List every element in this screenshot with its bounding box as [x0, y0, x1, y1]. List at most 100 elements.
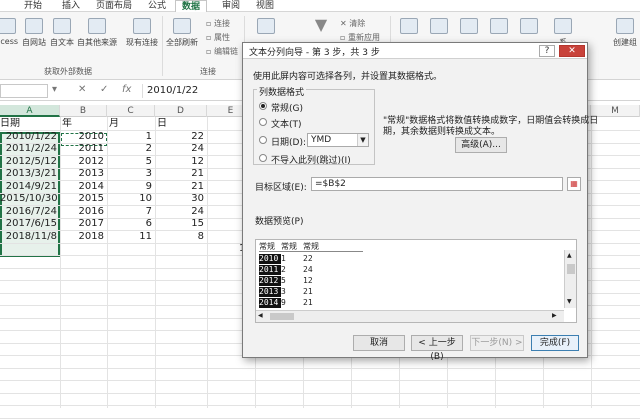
- cell-c2[interactable]: 1: [107, 131, 155, 143]
- cell-b9[interactable]: 2017: [60, 218, 107, 230]
- cell-d7[interactable]: 30: [155, 193, 207, 205]
- radio-date[interactable]: [259, 136, 267, 144]
- cell-c9[interactable]: 6: [107, 218, 155, 230]
- hscroll-thumb[interactable]: [270, 313, 294, 320]
- cell-c1[interactable]: 月: [107, 118, 155, 130]
- cell-a10[interactable]: 2018/11/8: [0, 231, 60, 243]
- cell-d5[interactable]: 21: [155, 168, 207, 180]
- close-button[interactable]: ✕: [559, 45, 585, 57]
- target-input[interactable]: =$B$2: [311, 177, 563, 191]
- radio-text-label[interactable]: 文本(T): [271, 117, 302, 130]
- insert-function-icon[interactable]: fx: [122, 84, 131, 95]
- scroll-right-icon[interactable]: ▶: [552, 312, 557, 319]
- cell-d8[interactable]: 24: [155, 206, 207, 218]
- preview-vscrollbar[interactable]: ▲ ▼: [564, 250, 576, 308]
- cell-a8[interactable]: 2016/7/24: [0, 206, 60, 218]
- cell-a3[interactable]: 2011/2/24: [0, 143, 60, 155]
- cell-c7[interactable]: 10: [107, 193, 155, 205]
- cell-c3[interactable]: 2: [107, 143, 155, 155]
- preview-column-header[interactable]: 常规: [303, 242, 363, 252]
- advanced-button[interactable]: 高级(A)...: [455, 137, 507, 153]
- radio-general-label[interactable]: 常规(G): [271, 101, 303, 114]
- cell-a2[interactable]: 2010/1/22: [0, 131, 60, 143]
- flash-fill-button[interactable]: [426, 18, 452, 37]
- scroll-left-icon[interactable]: ◀: [258, 312, 263, 319]
- edit-links-button[interactable]: ▫ 编辑链: [206, 46, 238, 57]
- cell-c8[interactable]: 7: [107, 206, 155, 218]
- column-header-b[interactable]: B: [60, 105, 107, 117]
- column-header-a[interactable]: A: [0, 105, 60, 117]
- cell-c4[interactable]: 5: [107, 156, 155, 168]
- cell-d10[interactable]: 8: [155, 231, 207, 243]
- from-access-button[interactable]: ccess: [0, 18, 18, 46]
- data-preview[interactable]: 常规 常规 常规 2010 1 22 2011 2 24 2012 5 12 2013 3 21 2014 9 2…: [255, 239, 577, 323]
- tab-page-layout[interactable]: 页面布局: [96, 0, 132, 12]
- cell-b6[interactable]: 2014: [60, 181, 107, 193]
- tab-review[interactable]: 审阅: [222, 0, 240, 12]
- cell-b2[interactable]: 2010: [60, 131, 107, 143]
- range-picker-icon[interactable]: ▦: [567, 177, 581, 191]
- cell-a9[interactable]: 2017/6/15: [0, 218, 60, 230]
- cell-a5[interactable]: 2013/3/21: [0, 168, 60, 180]
- cell-c10[interactable]: 11: [107, 231, 155, 243]
- cell-c6[interactable]: 9: [107, 181, 155, 193]
- cancel-icon[interactable]: ✕: [78, 84, 86, 95]
- column-header-c[interactable]: C: [107, 105, 155, 117]
- scroll-thumb[interactable]: [567, 264, 575, 274]
- enter-icon[interactable]: ✓: [100, 84, 108, 95]
- radio-skip-label[interactable]: 不导入此列(跳过)(I): [271, 153, 351, 166]
- cell-a1[interactable]: 日期: [0, 118, 60, 130]
- name-box[interactable]: [0, 84, 48, 98]
- existing-connections-button[interactable]: 现有连接: [122, 18, 162, 48]
- preview-column-header[interactable]: 常规: [259, 242, 281, 252]
- preview-hscrollbar[interactable]: ◀ ▶: [256, 310, 564, 322]
- cell-b5[interactable]: 2013: [60, 168, 107, 180]
- group-button[interactable]: 创建组: [610, 18, 640, 48]
- sort-button[interactable]: [248, 18, 284, 37]
- data-validation-button[interactable]: [486, 18, 512, 37]
- refresh-all-button[interactable]: 全部刷新: [164, 18, 200, 48]
- from-other-sources-button[interactable]: 自其他来源: [76, 18, 118, 48]
- clear-button[interactable]: ✕ 清除: [340, 18, 365, 29]
- cell-c5[interactable]: 3: [107, 168, 155, 180]
- cell-b8[interactable]: 2016: [60, 206, 107, 218]
- radio-general[interactable]: [259, 102, 267, 110]
- cell-b7[interactable]: 2015: [60, 193, 107, 205]
- from-web-button[interactable]: 自网站: [20, 18, 48, 48]
- tab-home[interactable]: 开始: [24, 0, 42, 12]
- cell-a4[interactable]: 2012/5/12: [0, 156, 60, 168]
- scroll-down-icon[interactable]: ▼: [567, 298, 572, 305]
- cell-d3[interactable]: 24: [155, 143, 207, 155]
- cell-a7[interactable]: 2015/10/30: [0, 193, 60, 205]
- preview-column-header[interactable]: 常规: [281, 242, 303, 252]
- tab-view[interactable]: 视图: [256, 0, 274, 12]
- radio-date-label[interactable]: 日期(D):: [271, 135, 306, 148]
- from-text-button[interactable]: 自文本: [48, 18, 76, 48]
- cancel-button[interactable]: 取消: [353, 335, 405, 351]
- cell-b3[interactable]: 2011: [60, 143, 107, 155]
- cell-b1[interactable]: 年: [60, 118, 107, 130]
- tab-insert[interactable]: 插入: [62, 0, 80, 12]
- next-button[interactable]: 下一步(N) >: [470, 335, 524, 351]
- text-to-columns-button[interactable]: [396, 18, 422, 37]
- cell-d6[interactable]: 21: [155, 181, 207, 193]
- name-box-dropdown-icon[interactable]: ▾: [52, 84, 57, 95]
- consolidate-button[interactable]: [516, 18, 542, 37]
- cell-d1[interactable]: 日: [155, 118, 207, 130]
- filter-button[interactable]: ▼: [306, 17, 336, 37]
- column-header-d[interactable]: D: [155, 105, 207, 117]
- connections-button[interactable]: ▫ 连接: [206, 18, 230, 29]
- scroll-up-icon[interactable]: ▲: [567, 252, 572, 259]
- cell-b4[interactable]: 2012: [60, 156, 107, 168]
- tab-data[interactable]: 数据: [175, 0, 208, 12]
- tab-formulas[interactable]: 公式: [148, 0, 166, 12]
- help-button[interactable]: ?: [539, 45, 555, 57]
- finish-button[interactable]: 完成(F): [531, 335, 579, 351]
- properties-button[interactable]: ▫ 属性: [206, 32, 230, 43]
- back-button[interactable]: < 上一步(B): [411, 335, 463, 362]
- cell-b10[interactable]: 2018: [60, 231, 107, 243]
- radio-text[interactable]: [259, 118, 267, 126]
- cell-a6[interactable]: 2014/9/21: [0, 181, 60, 193]
- cell-d9[interactable]: 15: [155, 218, 207, 230]
- remove-duplicates-button[interactable]: [456, 18, 482, 37]
